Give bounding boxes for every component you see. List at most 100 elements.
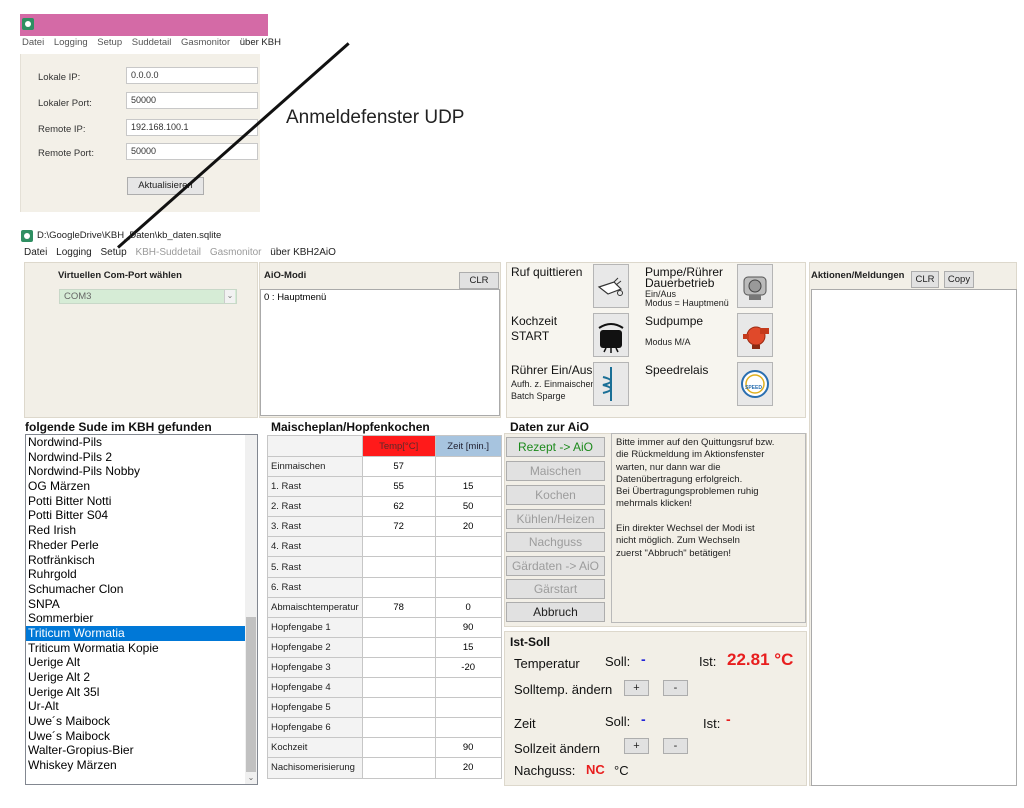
- temp-cell[interactable]: [361, 697, 436, 719]
- menu-kbh-suddetail[interactable]: KBH-Suddetail: [135, 247, 201, 258]
- list-item[interactable]: OG Märzen: [26, 479, 257, 494]
- zeit-cell[interactable]: 20: [434, 757, 502, 779]
- remote-ip-input[interactable]: 192.168.100.1: [126, 119, 258, 136]
- aio-modi-clr-button[interactable]: CLR: [459, 272, 499, 289]
- zeit-cell[interactable]: [434, 697, 502, 719]
- udp-menu-logging[interactable]: Logging: [54, 37, 88, 48]
- temp-cell[interactable]: 57: [361, 455, 436, 478]
- solltemp-minus-button[interactable]: -: [663, 680, 688, 696]
- list-item[interactable]: Uwe´s Maibock: [26, 714, 257, 729]
- list-item[interactable]: Rotfränkisch: [26, 553, 257, 568]
- actions-copy-button[interactable]: Copy: [944, 271, 974, 288]
- sollzeit-minus-button[interactable]: -: [663, 738, 688, 754]
- udp-menu-suddetail[interactable]: Suddetail: [132, 37, 172, 48]
- nachguss-button[interactable]: Nachguss: [506, 532, 605, 552]
- list-item[interactable]: Potti Bitter S04: [26, 508, 257, 523]
- lokale-ip-input[interactable]: 0.0.0.0: [126, 67, 258, 84]
- list-item[interactable]: Uwe´s Maibock: [26, 729, 257, 744]
- speedrelais-button[interactable]: [737, 362, 773, 406]
- kochzeit-start-button[interactable]: [593, 313, 629, 357]
- list-item[interactable]: Nordwind-Pils 2: [26, 450, 257, 465]
- zeit-cell[interactable]: [434, 536, 502, 558]
- menu-gasmonitor[interactable]: Gasmonitor: [210, 247, 262, 258]
- list-item[interactable]: Ur-Alt: [26, 699, 257, 714]
- list-item[interactable]: Uerige Alt 35l: [26, 685, 257, 700]
- kuehlen-heizen-button[interactable]: Kühlen/Heizen: [506, 509, 605, 529]
- udp-menu-setup[interactable]: Setup: [97, 37, 122, 48]
- list-item[interactable]: Schumacher Clon: [26, 582, 257, 597]
- maischen-button[interactable]: Maischen: [506, 461, 605, 481]
- menu-about[interactable]: über KBH2AiO: [270, 247, 336, 258]
- list-item[interactable]: Whiskey Märzen: [26, 758, 257, 773]
- menu-logging[interactable]: Logging: [56, 247, 92, 258]
- list-item[interactable]: Rheder Perle: [26, 538, 257, 553]
- zeit-cell[interactable]: 15: [434, 636, 502, 658]
- list-item[interactable]: Sommerbier: [26, 611, 257, 626]
- temp-cell[interactable]: [361, 656, 436, 679]
- list-item[interactable]: Ruhrgold: [26, 567, 257, 582]
- zeit-cell[interactable]: 15: [434, 476, 502, 498]
- temp-cell[interactable]: [361, 757, 436, 779]
- udp-menu-gasmonitor[interactable]: Gasmonitor: [181, 37, 230, 48]
- zeit-cell[interactable]: 0: [434, 596, 502, 618]
- remote-port-input[interactable]: 50000: [126, 143, 258, 160]
- list-scrollbar[interactable]: ⌄: [245, 435, 257, 784]
- kochen-button[interactable]: Kochen: [506, 485, 605, 505]
- gaerstart-button[interactable]: Gärstart: [506, 579, 605, 599]
- ruehrer-button[interactable]: [593, 362, 629, 406]
- scroll-down-icon[interactable]: ⌄: [246, 773, 256, 782]
- temp-cell[interactable]: 55: [361, 476, 436, 498]
- temp-cell[interactable]: [361, 737, 436, 759]
- list-item[interactable]: Nordwind-Pils: [26, 435, 257, 450]
- sude-list[interactable]: Nordwind-Pils Nordwind-Pils 2 Nordwind-Pil…: [25, 434, 258, 785]
- zeit-cell[interactable]: [434, 576, 502, 598]
- abbruch-button[interactable]: Abbruch: [506, 602, 605, 622]
- temp-cell[interactable]: [361, 576, 436, 598]
- temp-cell[interactable]: [361, 616, 436, 638]
- com-port-select[interactable]: COM3 ⌄: [59, 289, 237, 304]
- list-scrollbar-thumb[interactable]: [246, 617, 256, 772]
- zeit-cell[interactable]: [434, 677, 502, 699]
- menu-setup[interactable]: Setup: [101, 247, 127, 258]
- lokaler-port-input[interactable]: 50000: [126, 92, 258, 109]
- temp-cell[interactable]: 62: [361, 496, 436, 518]
- zeit-cell[interactable]: 50: [434, 496, 502, 518]
- temp-cell[interactable]: [361, 677, 436, 699]
- list-item[interactable]: Potti Bitter Notti: [26, 494, 257, 509]
- list-item[interactable]: Uerige Alt: [26, 655, 257, 670]
- rezept-aio-button[interactable]: Rezept -> AiO: [506, 437, 605, 457]
- temp-cell[interactable]: [361, 636, 436, 658]
- zeit-cell[interactable]: -20: [434, 656, 502, 679]
- sudpumpe-button[interactable]: [737, 313, 773, 357]
- zeit-cell[interactable]: [434, 556, 502, 578]
- zeit-cell[interactable]: 20: [434, 516, 502, 538]
- udp-menu-datei[interactable]: Datei: [22, 37, 44, 48]
- list-item[interactable]: Triticum Wormatia Kopie: [26, 641, 257, 656]
- zeit-cell[interactable]: [434, 717, 502, 739]
- temp-cell[interactable]: 78: [361, 596, 436, 618]
- temp-cell[interactable]: [361, 717, 436, 739]
- zeit-cell[interactable]: 90: [434, 616, 502, 638]
- sollzeit-plus-button[interactable]: +: [624, 738, 649, 754]
- chevron-down-icon[interactable]: ⌄: [224, 290, 235, 303]
- list-item[interactable]: SNPA: [26, 597, 257, 612]
- list-item[interactable]: Nordwind-Pils Nobby: [26, 464, 257, 479]
- solltemp-plus-button[interactable]: +: [624, 680, 649, 696]
- temp-cell[interactable]: [361, 556, 436, 578]
- actions-clr-button[interactable]: CLR: [911, 271, 939, 288]
- udp-menu-about[interactable]: über KBH: [240, 37, 281, 48]
- pumpe-ruehrer-button[interactable]: [737, 264, 773, 308]
- zeit-cell[interactable]: 90: [434, 737, 502, 759]
- temp-cell[interactable]: 72: [361, 516, 436, 538]
- list-item[interactable]: Triticum Wormatia: [26, 625, 246, 641]
- list-item[interactable]: Walter-Gropius-Bier: [26, 743, 257, 758]
- gaerdaten-aio-button[interactable]: Gärdaten -> AiO: [506, 556, 605, 576]
- actions-log[interactable]: [811, 289, 1017, 786]
- menu-datei[interactable]: Datei: [24, 247, 47, 258]
- ruf-quittieren-button[interactable]: [593, 264, 629, 308]
- temp-cell[interactable]: [361, 536, 436, 558]
- zeit-cell[interactable]: [434, 455, 502, 478]
- list-item[interactable]: Uerige Alt 2: [26, 670, 257, 685]
- list-item[interactable]: Red Irish: [26, 523, 257, 538]
- aio-modi-list[interactable]: 0 : Hauptmenü: [260, 289, 500, 416]
